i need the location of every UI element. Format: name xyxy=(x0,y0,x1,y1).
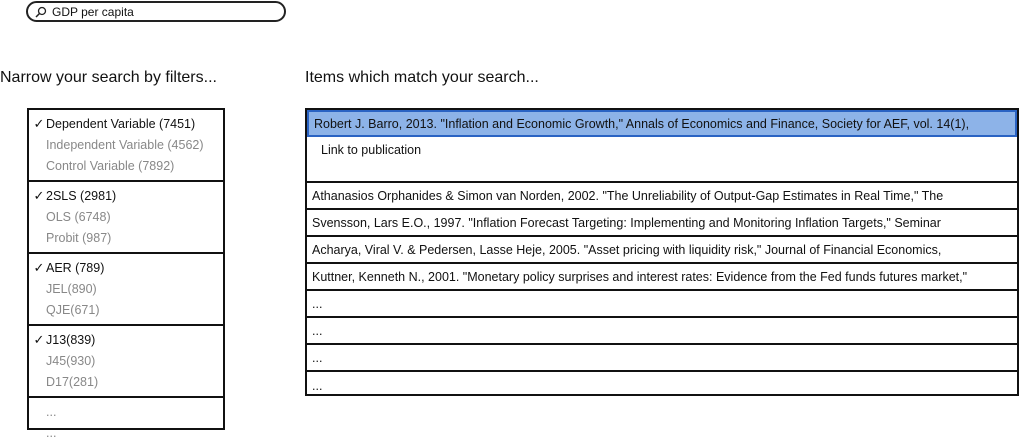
filter-label: Probit (987) xyxy=(46,230,112,245)
publication-link[interactable]: Link to publication xyxy=(321,143,421,157)
result-citation: ... xyxy=(312,350,323,365)
check-icon: ✓ xyxy=(33,187,45,203)
filter-item[interactable]: QJE(671) xyxy=(29,299,223,320)
filter-panel: ✓ Dependent Variable (7451) Independent … xyxy=(27,108,225,440)
filter-label: 2SLS (2981) xyxy=(46,188,117,203)
filter-item[interactable]: ✓ AER (789) xyxy=(29,257,223,278)
filter-label: Control Variable (7892) xyxy=(46,158,175,173)
filter-group-jel-code: ✓ J13(839) J45(930) D17(281) xyxy=(29,326,223,398)
result-row[interactable]: ... xyxy=(307,345,1017,372)
results-list: Robert J. Barro, 2013. "Inflation and Ec… xyxy=(305,108,1019,396)
check-icon: ✓ xyxy=(33,259,45,275)
filter-item[interactable]: ✓ J13(839) xyxy=(29,329,223,350)
result-citation: Robert J. Barro, 2013. "Inflation and Ec… xyxy=(314,116,970,131)
result-citation: ... xyxy=(312,296,323,311)
check-icon: ✓ xyxy=(33,331,45,347)
result-citation: Acharya, Viral V. & Pedersen, Lasse Heje… xyxy=(312,242,942,257)
result-row[interactable]: Kuttner, Kenneth N., 2001. "Monetary pol… xyxy=(307,264,1017,291)
filter-item[interactable]: Control Variable (7892) xyxy=(29,155,223,176)
search-value: GDP per capita xyxy=(52,4,134,19)
result-row[interactable]: ... xyxy=(307,318,1017,345)
search-input[interactable]: GDP per capita xyxy=(26,1,286,22)
result-row[interactable]: Svensson, Lars E.O., 1997. "Inflation Fo… xyxy=(307,210,1017,237)
result-row[interactable]: Athanasios Orphanides & Simon van Norden… xyxy=(307,183,1017,210)
result-citation: Svensson, Lars E.O., 1997. "Inflation Fo… xyxy=(312,215,941,230)
filter-item[interactable]: OLS (6748) xyxy=(29,206,223,227)
filter-item[interactable]: ✓ 2SLS (2981) xyxy=(29,185,223,206)
filter-group-more: ... ... xyxy=(29,398,223,447)
filter-label: Dependent Variable (7451) xyxy=(46,116,196,131)
result-detail: Link to publication xyxy=(307,137,1017,183)
filter-item[interactable]: ... xyxy=(29,401,223,422)
filter-group-variable: ✓ Dependent Variable (7451) Independent … xyxy=(29,110,223,182)
result-row[interactable]: ... xyxy=(307,291,1017,318)
filter-item[interactable]: JEL(890) xyxy=(29,278,223,299)
filter-group-method: ✓ 2SLS (2981) OLS (6748) Probit (987) xyxy=(29,182,223,254)
filter-label: OLS (6748) xyxy=(46,209,111,224)
filter-label: QJE(671) xyxy=(46,302,100,317)
filter-item[interactable]: Probit (987) xyxy=(29,227,223,248)
filter-label: D17(281) xyxy=(46,374,99,389)
filter-label: J45(930) xyxy=(46,353,96,368)
filter-label: AER (789) xyxy=(46,260,105,275)
result-citation: Kuttner, Kenneth N., 2001. "Monetary pol… xyxy=(312,269,968,284)
filter-item[interactable]: ✓ Dependent Variable (7451) xyxy=(29,113,223,134)
filter-label: JEL(890) xyxy=(46,281,97,296)
result-row-selected[interactable]: Robert J. Barro, 2013. "Inflation and Ec… xyxy=(307,110,1017,137)
filter-label: ... xyxy=(46,404,57,419)
result-citation: Athanasios Orphanides & Simon van Norden… xyxy=(312,188,944,203)
filter-item[interactable]: D17(281) xyxy=(29,371,223,392)
result-row[interactable]: Acharya, Viral V. & Pedersen, Lasse Heje… xyxy=(307,237,1017,264)
filter-item[interactable]: Independent Variable (4562) xyxy=(29,134,223,155)
filter-item[interactable]: J45(930) xyxy=(29,350,223,371)
filter-label: J13(839) xyxy=(46,332,96,347)
filter-group-journal: ✓ AER (789) JEL(890) QJE(671) xyxy=(29,254,223,326)
filters-heading: Narrow your search by filters... xyxy=(0,69,217,86)
results-heading: Items which match your search... xyxy=(305,69,539,86)
search-icon xyxy=(34,5,48,19)
filter-item[interactable]: ... xyxy=(29,422,223,443)
result-row[interactable]: ... xyxy=(307,372,1017,399)
filter-label: ... xyxy=(46,425,57,440)
check-icon: ✓ xyxy=(33,115,45,131)
result-citation: ... xyxy=(312,323,323,338)
result-citation: ... xyxy=(312,378,323,393)
filter-label: Independent Variable (4562) xyxy=(46,137,204,152)
